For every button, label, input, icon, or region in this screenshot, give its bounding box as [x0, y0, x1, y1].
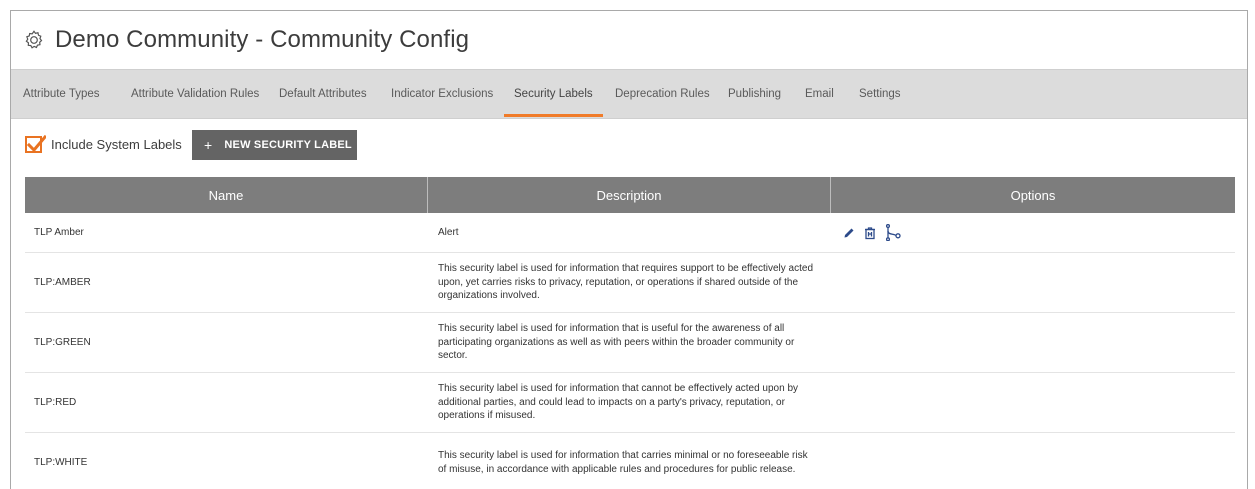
tab-publishing[interactable]: Publishing	[728, 70, 781, 120]
column-header-name[interactable]: Name	[25, 177, 428, 213]
row-name: TLP:AMBER	[34, 277, 91, 288]
table-row[interactable]: TLP:GREEN This security label is used fo…	[25, 313, 1235, 373]
table-header: Name Description Options	[25, 177, 1235, 213]
row-options	[831, 213, 1235, 252]
column-header-description[interactable]: Description	[428, 177, 831, 213]
row-options	[831, 373, 1235, 432]
tab-email[interactable]: Email	[805, 70, 834, 120]
new-security-label-button[interactable]: + NEW SECURITY LABEL	[192, 130, 357, 160]
row-name: TLP:GREEN	[34, 337, 91, 348]
table-row[interactable]: TLP:AMBER This security label is used fo…	[25, 253, 1235, 313]
page-header: Demo Community - Community Config	[11, 11, 1247, 69]
table-row[interactable]: TLP:WHITE This security label is used fo…	[25, 433, 1235, 489]
new-security-label-text: NEW SECURITY LABEL	[224, 139, 352, 151]
row-description: This security label is used for informat…	[438, 263, 814, 302]
row-description: This security label is used for informat…	[438, 323, 795, 362]
tab-settings[interactable]: Settings	[859, 70, 901, 120]
fork-icon[interactable]	[885, 224, 903, 241]
page-title: Demo Community - Community Config	[55, 26, 470, 53]
table-row[interactable]: TLP Amber Alert	[25, 213, 1235, 253]
toolbar: Include System Labels + NEW SECURITY LAB…	[25, 128, 625, 162]
delete-icon[interactable]	[863, 226, 877, 240]
security-labels-table: Name Description Options TLP Amber Alert	[25, 177, 1235, 489]
table-row[interactable]: TLP:RED This security label is used for …	[25, 373, 1235, 433]
include-system-labels-checkbox[interactable]	[25, 134, 46, 153]
row-description: This security label is used for informat…	[438, 383, 799, 422]
gear-icon	[23, 28, 47, 52]
row-description: This security label is used for informat…	[438, 450, 808, 475]
row-name: TLP Amber	[34, 227, 84, 238]
tab-deprecation-rules[interactable]: Deprecation Rules	[615, 70, 710, 120]
include-system-labels-label[interactable]: Include System Labels	[51, 137, 182, 152]
row-description: Alert	[438, 226, 459, 238]
config-tabs: Attribute Types Attribute Validation Rul…	[11, 69, 1247, 119]
tab-indicator-exclusions[interactable]: Indicator Exclusions	[391, 70, 493, 120]
tab-security-labels[interactable]: Security Labels	[504, 70, 603, 120]
tab-attribute-validation-rules[interactable]: Attribute Validation Rules	[131, 70, 259, 120]
checkmark-icon	[26, 134, 46, 153]
tab-default-attributes[interactable]: Default Attributes	[279, 70, 367, 120]
row-name: TLP:WHITE	[34, 457, 88, 468]
column-header-options: Options	[1010, 187, 1056, 203]
row-options	[831, 433, 1235, 489]
edit-icon[interactable]	[843, 227, 855, 239]
plus-icon: +	[204, 137, 213, 153]
row-options	[831, 253, 1235, 312]
app-window: Demo Community - Community Config Attrib…	[10, 10, 1248, 489]
row-options	[831, 313, 1235, 372]
tab-attribute-types[interactable]: Attribute Types	[23, 70, 100, 120]
row-name: TLP:RED	[34, 397, 77, 408]
